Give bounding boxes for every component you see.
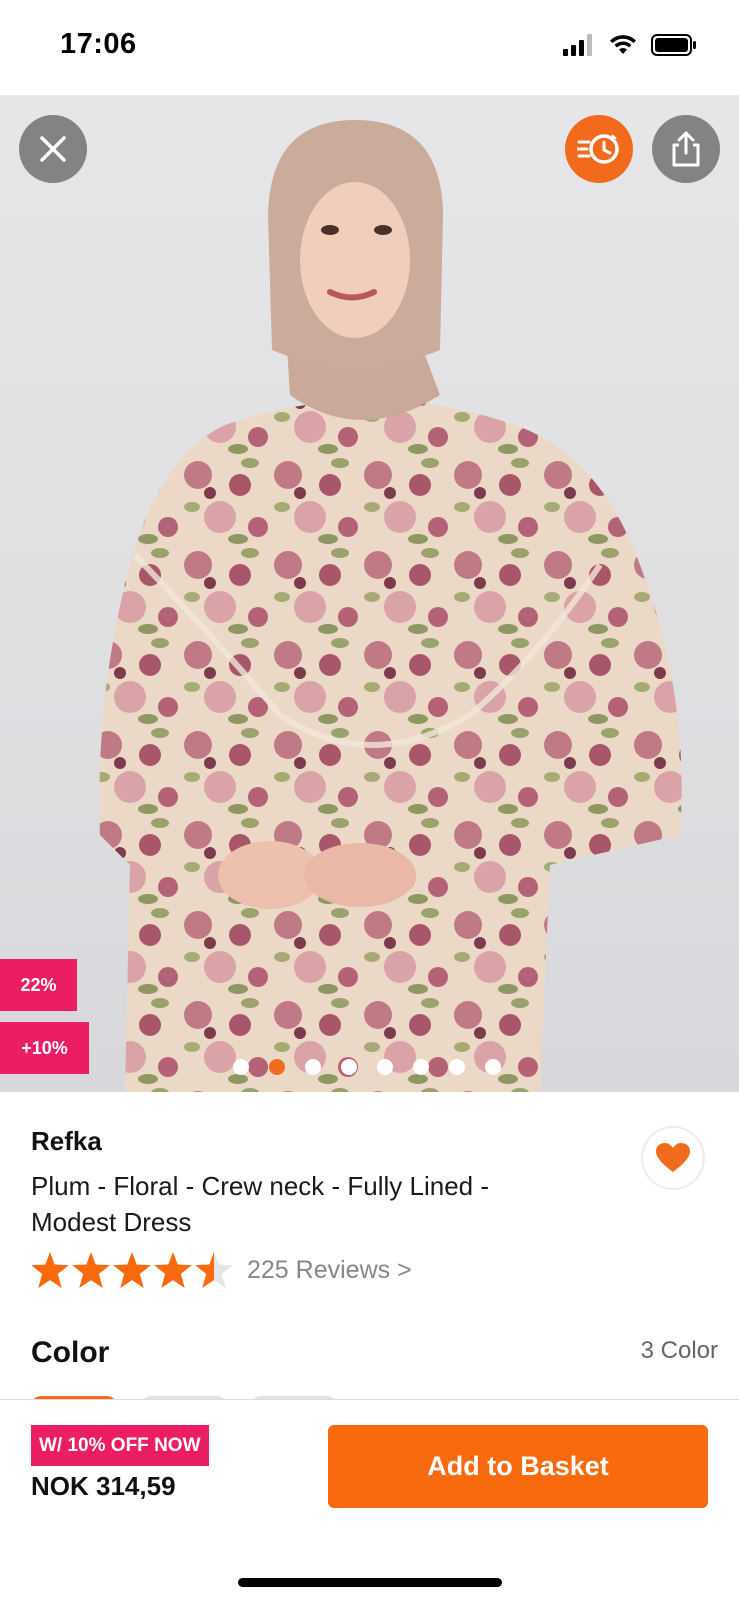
wifi-icon bbox=[609, 34, 637, 61]
product-image-carousel[interactable]: 22% +10% bbox=[0, 95, 739, 1092]
star-icon bbox=[72, 1252, 110, 1288]
star-icon bbox=[31, 1252, 69, 1288]
cellular-signal-icon bbox=[563, 34, 595, 61]
reviews-link[interactable]: 225 Reviews > bbox=[247, 1256, 412, 1285]
recently-viewed-icon bbox=[577, 134, 619, 164]
purchase-bar: W/ 10% OFF NOW NOK 314,59 Add to Basket bbox=[0, 1399, 739, 1601]
heart-icon bbox=[656, 1143, 690, 1172]
brand-name[interactable]: Refka bbox=[31, 1126, 102, 1157]
status-time: 17:06 bbox=[60, 28, 137, 60]
battery-icon bbox=[651, 34, 697, 61]
color-count: 3 Color bbox=[640, 1337, 718, 1364]
status-bar: 17:06 bbox=[0, 0, 739, 95]
share-button[interactable] bbox=[652, 115, 720, 183]
product-title: Plum - Floral - Crew neck - Fully Lined … bbox=[31, 1171, 489, 1237]
star-icon bbox=[154, 1252, 192, 1288]
carousel-dot[interactable] bbox=[449, 1059, 465, 1075]
close-icon bbox=[40, 136, 66, 162]
status-icons bbox=[563, 34, 697, 61]
carousel-dot[interactable] bbox=[305, 1059, 321, 1075]
carousel-dot[interactable] bbox=[233, 1059, 249, 1075]
color-section-title: Color bbox=[31, 1336, 110, 1369]
carousel-dot-active[interactable] bbox=[269, 1059, 285, 1075]
price: NOK 314,59 bbox=[31, 1471, 176, 1501]
recently-viewed-button[interactable] bbox=[565, 115, 633, 183]
carousel-dot[interactable] bbox=[341, 1059, 357, 1075]
favorite-button[interactable] bbox=[641, 1126, 705, 1190]
carousel-dot[interactable] bbox=[485, 1059, 501, 1075]
star-rating bbox=[31, 1252, 233, 1288]
star-icon bbox=[113, 1252, 151, 1288]
home-indicator[interactable] bbox=[238, 1578, 502, 1587]
close-button[interactable] bbox=[19, 115, 87, 183]
star-half-icon bbox=[195, 1252, 233, 1288]
rating-row[interactable]: 225 Reviews > bbox=[31, 1252, 412, 1288]
extra-discount-badge: +10% bbox=[0, 1022, 89, 1074]
carousel-indicator bbox=[233, 1059, 501, 1075]
carousel-dot[interactable] bbox=[377, 1059, 393, 1075]
share-icon bbox=[672, 131, 700, 167]
discount-badge: 22% bbox=[0, 959, 77, 1011]
product-photo bbox=[99, 120, 682, 1092]
add-to-basket-button[interactable]: Add to Basket bbox=[328, 1425, 708, 1508]
carousel-dot[interactable] bbox=[413, 1059, 429, 1075]
offer-badge: W/ 10% OFF NOW bbox=[31, 1425, 209, 1466]
